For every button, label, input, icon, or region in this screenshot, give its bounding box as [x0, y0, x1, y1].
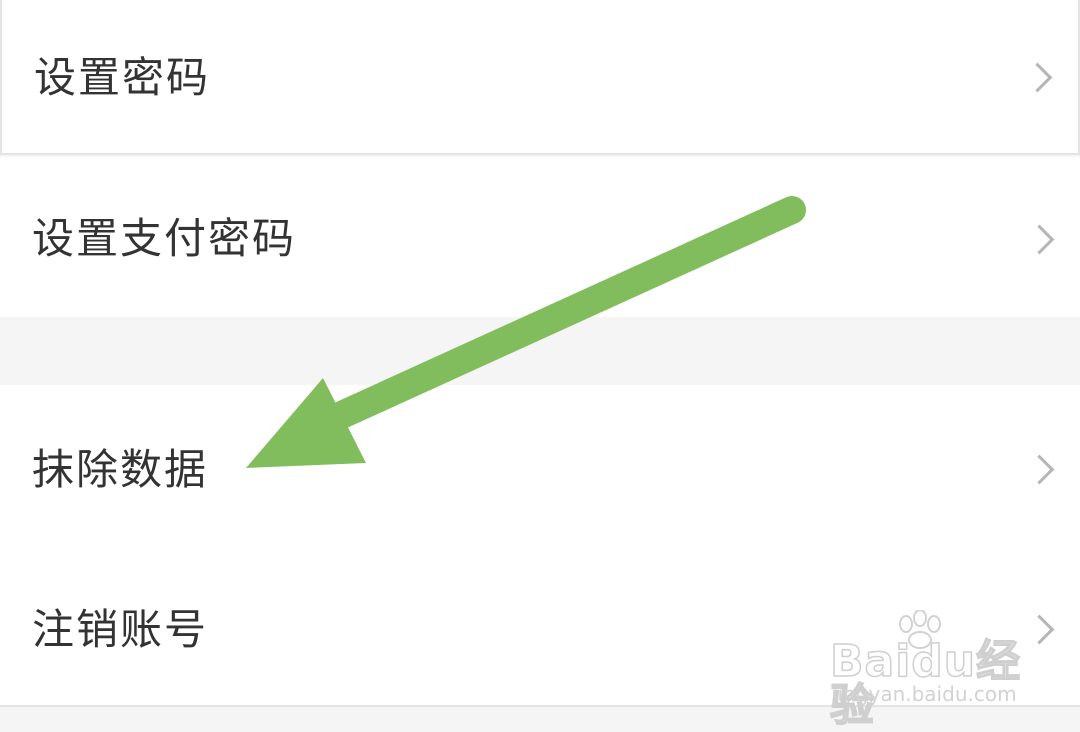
chevron-right-icon [1024, 614, 1055, 645]
settings-item-label: 设置支付密码 [32, 214, 297, 263]
settings-item-set-password[interactable]: 设置密码 [0, 0, 1080, 155]
chevron-right-icon [1022, 62, 1053, 93]
chevron-right-icon [1024, 224, 1055, 255]
settings-item-erase-data[interactable]: 抹除数据 [0, 385, 1080, 545]
chevron-right-icon [1024, 454, 1055, 485]
settings-item-cancel-account[interactable]: 注销账号 [0, 545, 1080, 707]
settings-item-label: 注销账号 [32, 605, 209, 654]
settings-item-set-payment-password[interactable]: 设置支付密码 [0, 157, 1080, 317]
section-divider [0, 317, 1080, 385]
settings-item-label: 抹除数据 [32, 445, 209, 494]
settings-item-label: 设置密码 [34, 53, 211, 102]
